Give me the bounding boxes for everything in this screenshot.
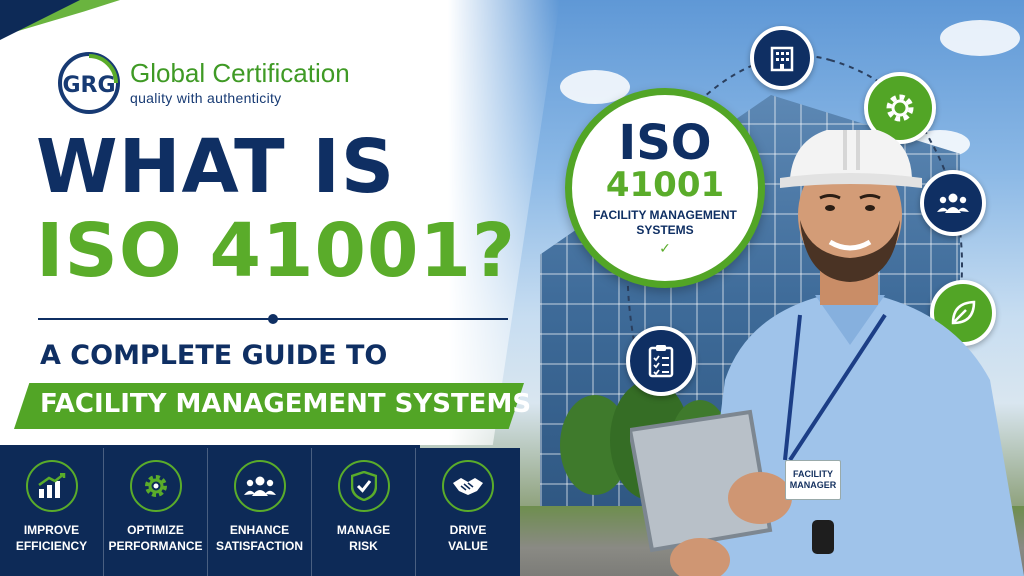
benefit-label-4a: MANAGE	[336, 523, 391, 537]
benefits-bar: IMPROVE EFFICIENCY OPTIMIZE PERFORMANCE EN…	[0, 448, 520, 576]
gear-icon	[129, 460, 182, 512]
shield-check-icon	[337, 460, 390, 512]
benefit-label-2a: OPTIMIZE	[127, 523, 184, 537]
id-card-line-2: MANAGER	[789, 480, 837, 490]
thumbnail-canvas: GRG Global Certification quality with au…	[0, 0, 1024, 576]
ribbon-text: FACILITY MANAGEMENT SYSTEMS	[40, 389, 532, 419]
people-icon	[233, 460, 286, 512]
benefit-label-2b: PERFORMANCE	[108, 539, 203, 554]
benefit-improve-efficiency: IMPROVE EFFICIENCY	[0, 448, 104, 576]
brand-logo: GRG Global Certification quality with au…	[58, 52, 350, 114]
benefit-enhance-satisfaction: ENHANCE SATISFACTION	[208, 448, 312, 576]
benefit-label-3b: SATISFACTION	[215, 539, 304, 554]
benefit-label-1a: IMPROVE	[23, 523, 80, 537]
benefit-optimize-performance: OPTIMIZE PERFORMANCE	[104, 448, 208, 576]
brand-name: Global Certification	[130, 58, 350, 88]
facility-manager-figure	[630, 130, 1024, 576]
building-icon	[750, 26, 814, 90]
grg-monogram-icon: GRG	[58, 52, 120, 114]
growth-chart-icon	[25, 460, 78, 512]
benefit-label-1b: EFFICIENCY	[15, 539, 88, 554]
benefit-manage-risk: MANAGE RISK	[312, 448, 416, 576]
brand-tagline: quality with authenticity	[130, 90, 282, 106]
benefit-label-4b: RISK	[349, 539, 378, 554]
id-card-line-1: FACILITY	[793, 469, 833, 480]
benefit-label-5b: VALUE	[448, 539, 488, 554]
benefit-label-5a: DRIVE	[449, 523, 487, 537]
benefit-drive-value: DRIVE VALUE	[416, 448, 520, 576]
benefit-label-3a: ENHANCE	[229, 523, 290, 537]
subtitle: A COMPLETE GUIDE TO	[40, 340, 388, 371]
divider-dot	[268, 314, 278, 324]
handshake-icon	[442, 460, 494, 512]
headline-line-2: ISO 41001?	[36, 208, 516, 294]
facility-manager-id-badge: FACILITY MANAGER	[785, 460, 841, 500]
svg-text:GRG: GRG	[62, 73, 115, 98]
headline-line-1: WHAT IS	[36, 124, 396, 210]
